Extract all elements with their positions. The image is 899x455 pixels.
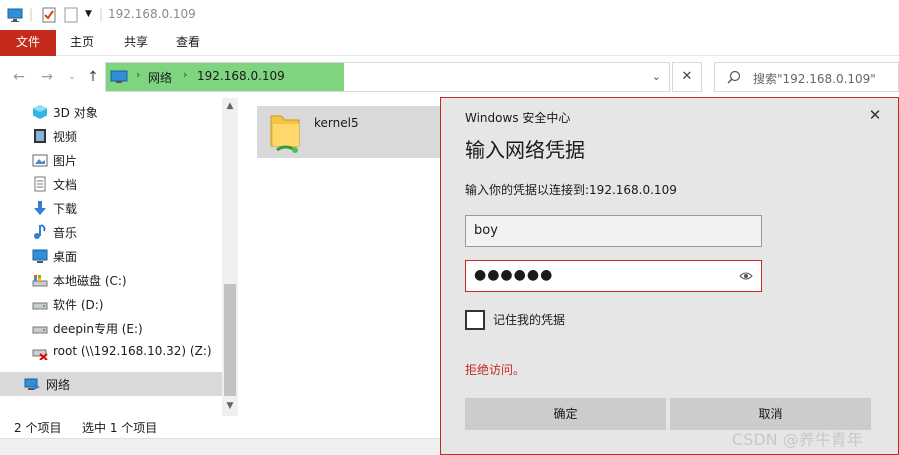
sidebar-item-drive-c[interactable]: 本地磁盘 (C:): [0, 268, 222, 292]
pictures-icon: [32, 152, 48, 168]
status-item-count: 2 个项目: [14, 421, 62, 435]
search-placeholder: 搜索"192.168.0.109": [753, 72, 876, 86]
separator: |: [29, 7, 34, 21]
separator: |: [99, 7, 104, 21]
sidebar-item-label: 视频: [53, 130, 78, 144]
search-box[interactable]: 搜索"192.168.0.109": [714, 62, 899, 92]
music-icon: [32, 224, 48, 240]
breadcrumb-ip[interactable]: 192.168.0.109: [197, 69, 285, 83]
drive-icon: [32, 296, 48, 312]
navigation-bar: ← → ⌄ ↑ › 网络 › 192.168.0.109 ⌄ ✕ 搜索"192.…: [0, 57, 899, 97]
sidebar-item-label: 软件 (D:): [53, 298, 104, 312]
close-icon[interactable]: ✕: [866, 106, 884, 124]
dialog-title: 输入网络凭据: [465, 138, 585, 162]
stop-close-icon[interactable]: ✕: [672, 62, 702, 92]
ok-button[interactable]: 确定: [465, 398, 666, 430]
download-icon: [32, 200, 48, 216]
sidebar-item-label: 桌面: [53, 250, 78, 264]
username-value: boy: [474, 223, 498, 238]
horizontal-scrollbar: [0, 438, 440, 455]
chevron-right-icon[interactable]: ›: [136, 68, 140, 81]
dialog-prompt: 输入你的凭据以连接到:192.168.0.109: [465, 183, 677, 197]
window-title: 192.168.0.109: [108, 7, 196, 21]
reveal-password-eye-icon[interactable]: [739, 270, 753, 285]
sidebar-item-drive-z[interactable]: root (\\192.168.10.32) (Z:): [0, 340, 222, 364]
credential-dialog: Windows 安全中心 ✕ 输入网络凭据 输入你的凭据以连接到:192.168…: [440, 97, 899, 455]
sidebar-item-label: 3D 对象: [53, 106, 98, 120]
network-icon: [24, 376, 40, 392]
sidebar-item-documents[interactable]: 文档: [0, 172, 222, 196]
sidebar-item-label: 本地磁盘 (C:): [53, 274, 127, 288]
sidebar-item-network[interactable]: 网络: [0, 372, 222, 396]
scroll-up-icon[interactable]: ▲: [222, 98, 238, 114]
scroll-down-icon[interactable]: ▼: [222, 398, 238, 414]
shared-folder-icon: [265, 112, 305, 159]
file-item-kernel5[interactable]: kernel5: [257, 106, 442, 158]
navigation-pane: 3D 对象 视频 图片 文档 下载 音乐 桌面 本地磁盘 (C:) 软件 (D:…: [0, 98, 238, 416]
up-arrow-icon[interactable]: ↑: [84, 67, 102, 87]
properties-icon[interactable]: [41, 7, 57, 26]
address-bar[interactable]: › 网络 › 192.168.0.109 ⌄: [105, 62, 670, 92]
forward-arrow-icon[interactable]: →: [38, 67, 56, 87]
sidebar-item-3d-objects[interactable]: 3D 对象: [0, 100, 222, 124]
sidebar-item-videos[interactable]: 视频: [0, 124, 222, 148]
sidebar-item-label: root (\\192.168.10.32) (Z:): [53, 344, 212, 358]
file-list: kernel5: [240, 98, 442, 416]
tab-file[interactable]: 文件: [0, 30, 56, 56]
video-icon: [32, 128, 48, 144]
recent-chevron-icon[interactable]: ⌄: [63, 67, 81, 87]
scrollbar-thumb[interactable]: [224, 284, 236, 396]
computer-icon[interactable]: [7, 7, 23, 26]
back-arrow-icon[interactable]: ←: [10, 67, 28, 87]
status-selected-count: 选中 1 个项目: [82, 421, 158, 435]
sidebar-item-label: 下载: [53, 202, 78, 216]
vertical-scrollbar[interactable]: ▲ ▼: [222, 98, 238, 416]
username-field[interactable]: boy: [465, 215, 762, 247]
password-value: ●●●●●●: [474, 267, 554, 283]
error-message: 拒绝访问。: [465, 363, 526, 377]
chevron-down-icon[interactable]: ▼: [85, 9, 92, 19]
sidebar-item-drive-d[interactable]: 软件 (D:): [0, 292, 222, 316]
desktop-icon: [32, 248, 48, 264]
tab-share[interactable]: 共享: [112, 30, 160, 56]
tab-view[interactable]: 查看: [164, 30, 212, 56]
sidebar-item-desktop[interactable]: 桌面: [0, 244, 222, 268]
sidebar-item-label: 音乐: [53, 226, 78, 240]
sidebar-item-label: 网络: [46, 378, 71, 392]
sidebar-item-downloads[interactable]: 下载: [0, 196, 222, 220]
sidebar-item-label: deepin专用 (E:): [53, 322, 143, 336]
disconnected-drive-icon: [32, 344, 48, 361]
new-folder-icon[interactable]: [64, 7, 78, 26]
cube-3d-icon: [32, 104, 48, 120]
ribbon: 文件 主页 共享 查看: [0, 30, 899, 56]
password-field[interactable]: ●●●●●●: [465, 260, 762, 292]
chevron-down-icon[interactable]: ⌄: [652, 70, 661, 83]
title-bar: | ▼ | 192.168.0.109: [0, 0, 899, 30]
breadcrumb-network[interactable]: 网络: [148, 69, 172, 86]
drive-c-icon: [32, 272, 48, 288]
chevron-right-icon[interactable]: ›: [183, 68, 187, 81]
computer-icon: [110, 70, 128, 87]
sidebar-item-pictures[interactable]: 图片: [0, 148, 222, 172]
sidebar-item-music[interactable]: 音乐: [0, 220, 222, 244]
explorer-window: | ▼ | 192.168.0.109 文件 主页 共享 查看 ← → ⌄ ↑ …: [0, 0, 899, 455]
tab-home[interactable]: 主页: [58, 30, 106, 56]
sidebar-item-label: 图片: [53, 154, 78, 168]
remember-label: 记住我的凭据: [493, 313, 566, 327]
sidebar-item-label: 文档: [53, 178, 78, 192]
sidebar-item-drive-e[interactable]: deepin专用 (E:): [0, 316, 222, 340]
watermark: CSDN @养牛青年: [732, 430, 863, 449]
file-name: kernel5: [314, 116, 359, 130]
remember-checkbox[interactable]: [465, 310, 485, 330]
drive-icon: [32, 320, 48, 336]
dialog-app-name: Windows 安全中心: [465, 111, 571, 125]
search-icon: [727, 70, 741, 87]
documents-icon: [32, 176, 48, 192]
